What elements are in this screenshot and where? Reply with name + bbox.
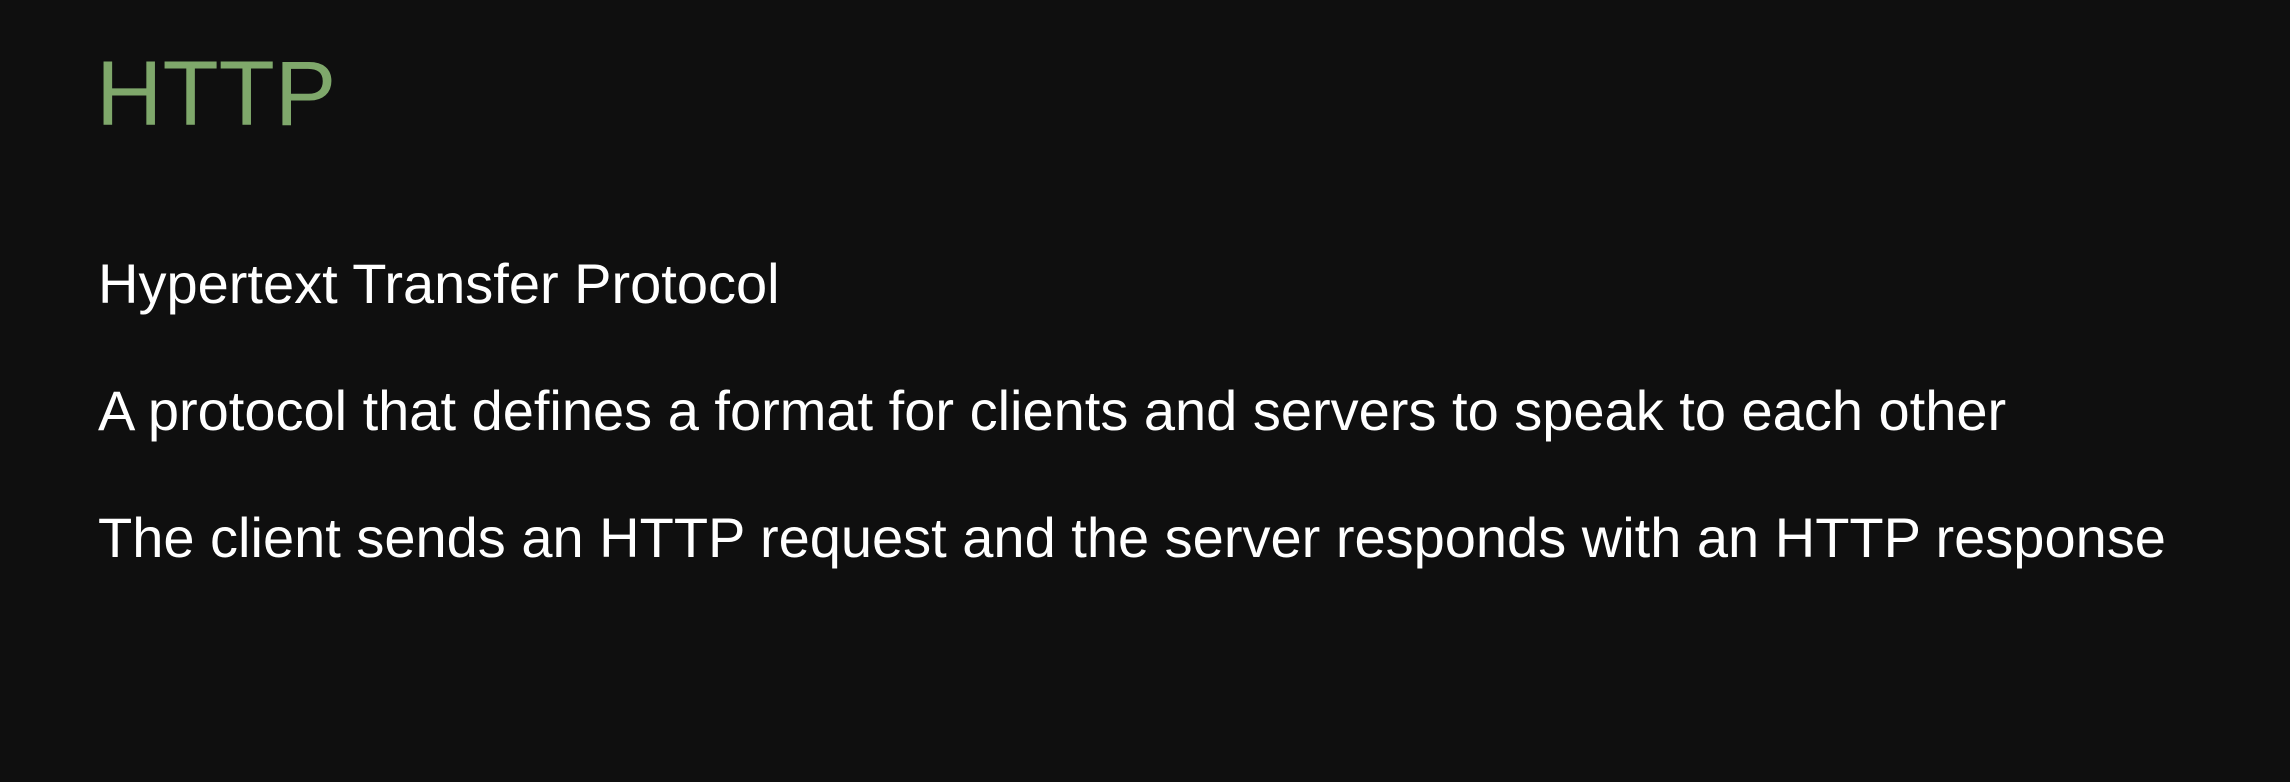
slide: HTTP Hypertext Transfer Protocol A proto… [0, 0, 2290, 782]
list-item: A protocol that defines a format for cli… [98, 379, 2007, 442]
slide-title: HTTP [96, 43, 337, 145]
list-item: Hypertext Transfer Protocol [98, 252, 780, 315]
bullet-list: Hypertext Transfer Protocol A protocol t… [98, 240, 2268, 581]
list-item: The client sends an HTTP request and the… [98, 506, 2166, 569]
